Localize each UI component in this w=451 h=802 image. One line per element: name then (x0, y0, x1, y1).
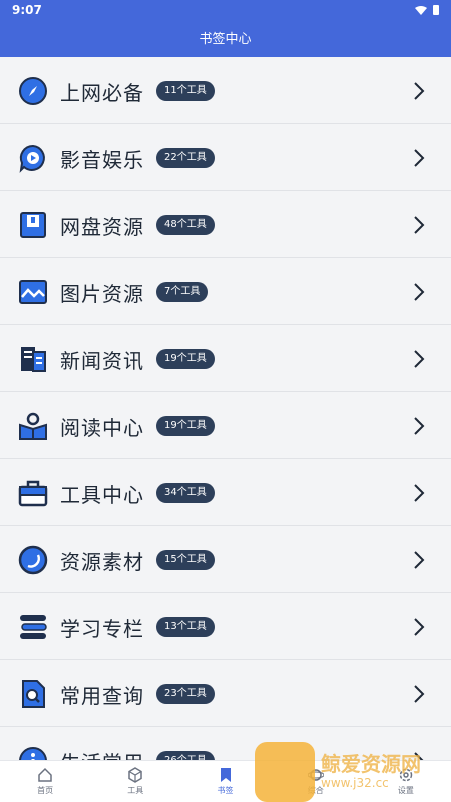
category-row-9[interactable]: 常用查询 23个工具 (0, 660, 451, 727)
moon-icon (18, 545, 48, 575)
cube-icon (128, 767, 143, 783)
chevron-right-icon (413, 483, 425, 503)
category-label: 网盘资源 (60, 215, 144, 239)
category-row-5[interactable]: 阅读中心 19个工具 (0, 392, 451, 459)
category-label: 阅读中心 (60, 416, 144, 440)
nav-label: 工具 (127, 786, 144, 795)
category-row-1[interactable]: 影音娱乐 22个工具 (0, 124, 451, 191)
info-icon (18, 746, 48, 760)
tool-count-badge: 11个工具 (156, 81, 215, 101)
battery-icon (433, 5, 439, 15)
category-label: 上网必备 (60, 81, 144, 105)
cloud-drive-icon (18, 210, 48, 240)
chevron-right-icon (413, 148, 425, 168)
status-time: 9:07 (12, 3, 42, 17)
chevron-right-icon (413, 416, 425, 436)
category-label: 工具中心 (60, 483, 144, 507)
play-icon (18, 143, 48, 173)
category-row-10[interactable]: 生活常用 26个工具 (0, 727, 451, 760)
home-icon (38, 767, 52, 782)
tool-count-badge: 13个工具 (156, 617, 215, 637)
category-label: 图片资源 (60, 282, 144, 306)
tool-count-badge: 19个工具 (156, 416, 215, 436)
nav-general[interactable]: 综合 (271, 761, 361, 802)
nav-label: 书签 (217, 786, 234, 795)
header: 9:07 书签中心 (0, 0, 451, 57)
category-label: 学习专栏 (60, 617, 144, 641)
category-label: 生活常用 (60, 747, 144, 760)
category-row-6[interactable]: 工具中心 34个工具 (0, 459, 451, 526)
category-row-7[interactable]: 资源素材 15个工具 (0, 526, 451, 593)
chevron-right-icon (413, 684, 425, 704)
compass-icon (18, 76, 48, 106)
chevron-right-icon (413, 617, 425, 637)
bottom-nav: 首页 工具 书签 综合 设置 (0, 760, 451, 802)
nav-bookmarks[interactable]: 书签 (180, 761, 270, 802)
category-row-4[interactable]: 新闻资讯 19个工具 (0, 325, 451, 392)
category-row-2[interactable]: 网盘资源 48个工具 (0, 191, 451, 258)
status-icons (415, 5, 439, 15)
nav-home[interactable]: 首页 (0, 761, 90, 802)
chevron-right-icon (413, 751, 425, 760)
category-row-0[interactable]: 上网必备 11个工具 (0, 57, 451, 124)
bookmark-icon (220, 768, 231, 782)
tool-count-badge: 19个工具 (156, 349, 215, 369)
tool-count-badge: 7个工具 (156, 282, 209, 302)
wifi-icon (415, 5, 427, 15)
tool-count-badge: 26个工具 (156, 751, 215, 760)
category-list: 上网必备 11个工具 影音娱乐 22个工具 网盘资源 48个工具 图片资源 7个… (0, 57, 451, 760)
planet-icon (307, 769, 324, 781)
tool-count-badge: 15个工具 (156, 550, 215, 570)
nav-label: 首页 (37, 786, 54, 795)
tool-count-badge: 34个工具 (156, 483, 215, 503)
nav-label: 设置 (397, 786, 414, 795)
tool-count-badge: 48个工具 (156, 215, 215, 235)
category-label: 影音娱乐 (60, 148, 144, 172)
app-screen: 9:07 书签中心 上网必备 11个工具 影音娱乐 22个工具 网盘资源 48个… (0, 0, 451, 802)
category-label: 资源素材 (60, 550, 144, 574)
chevron-right-icon (413, 349, 425, 369)
category-row-8[interactable]: 学习专栏 13个工具 (0, 593, 451, 660)
nav-settings[interactable]: 设置 (361, 761, 451, 802)
nav-tools[interactable]: 工具 (90, 761, 180, 802)
chevron-right-icon (413, 282, 425, 302)
nav-label: 综合 (307, 786, 324, 795)
category-row-3[interactable]: 图片资源 7个工具 (0, 258, 451, 325)
page-title: 书签中心 (199, 32, 252, 47)
category-label: 新闻资讯 (60, 349, 144, 373)
chevron-right-icon (413, 550, 425, 570)
chevron-right-icon (413, 215, 425, 235)
stack-icon (18, 612, 48, 642)
image-icon (18, 277, 48, 307)
category-label: 常用查询 (60, 684, 144, 708)
tool-count-badge: 22个工具 (156, 148, 215, 168)
gear-icon (399, 768, 413, 782)
status-bar: 9:07 (0, 0, 451, 20)
tool-count-badge: 23个工具 (156, 684, 215, 704)
reading-icon (18, 411, 48, 441)
toolbox-icon (18, 478, 48, 508)
chevron-right-icon (413, 81, 425, 101)
search-doc-icon (18, 679, 48, 709)
news-icon (18, 344, 48, 374)
